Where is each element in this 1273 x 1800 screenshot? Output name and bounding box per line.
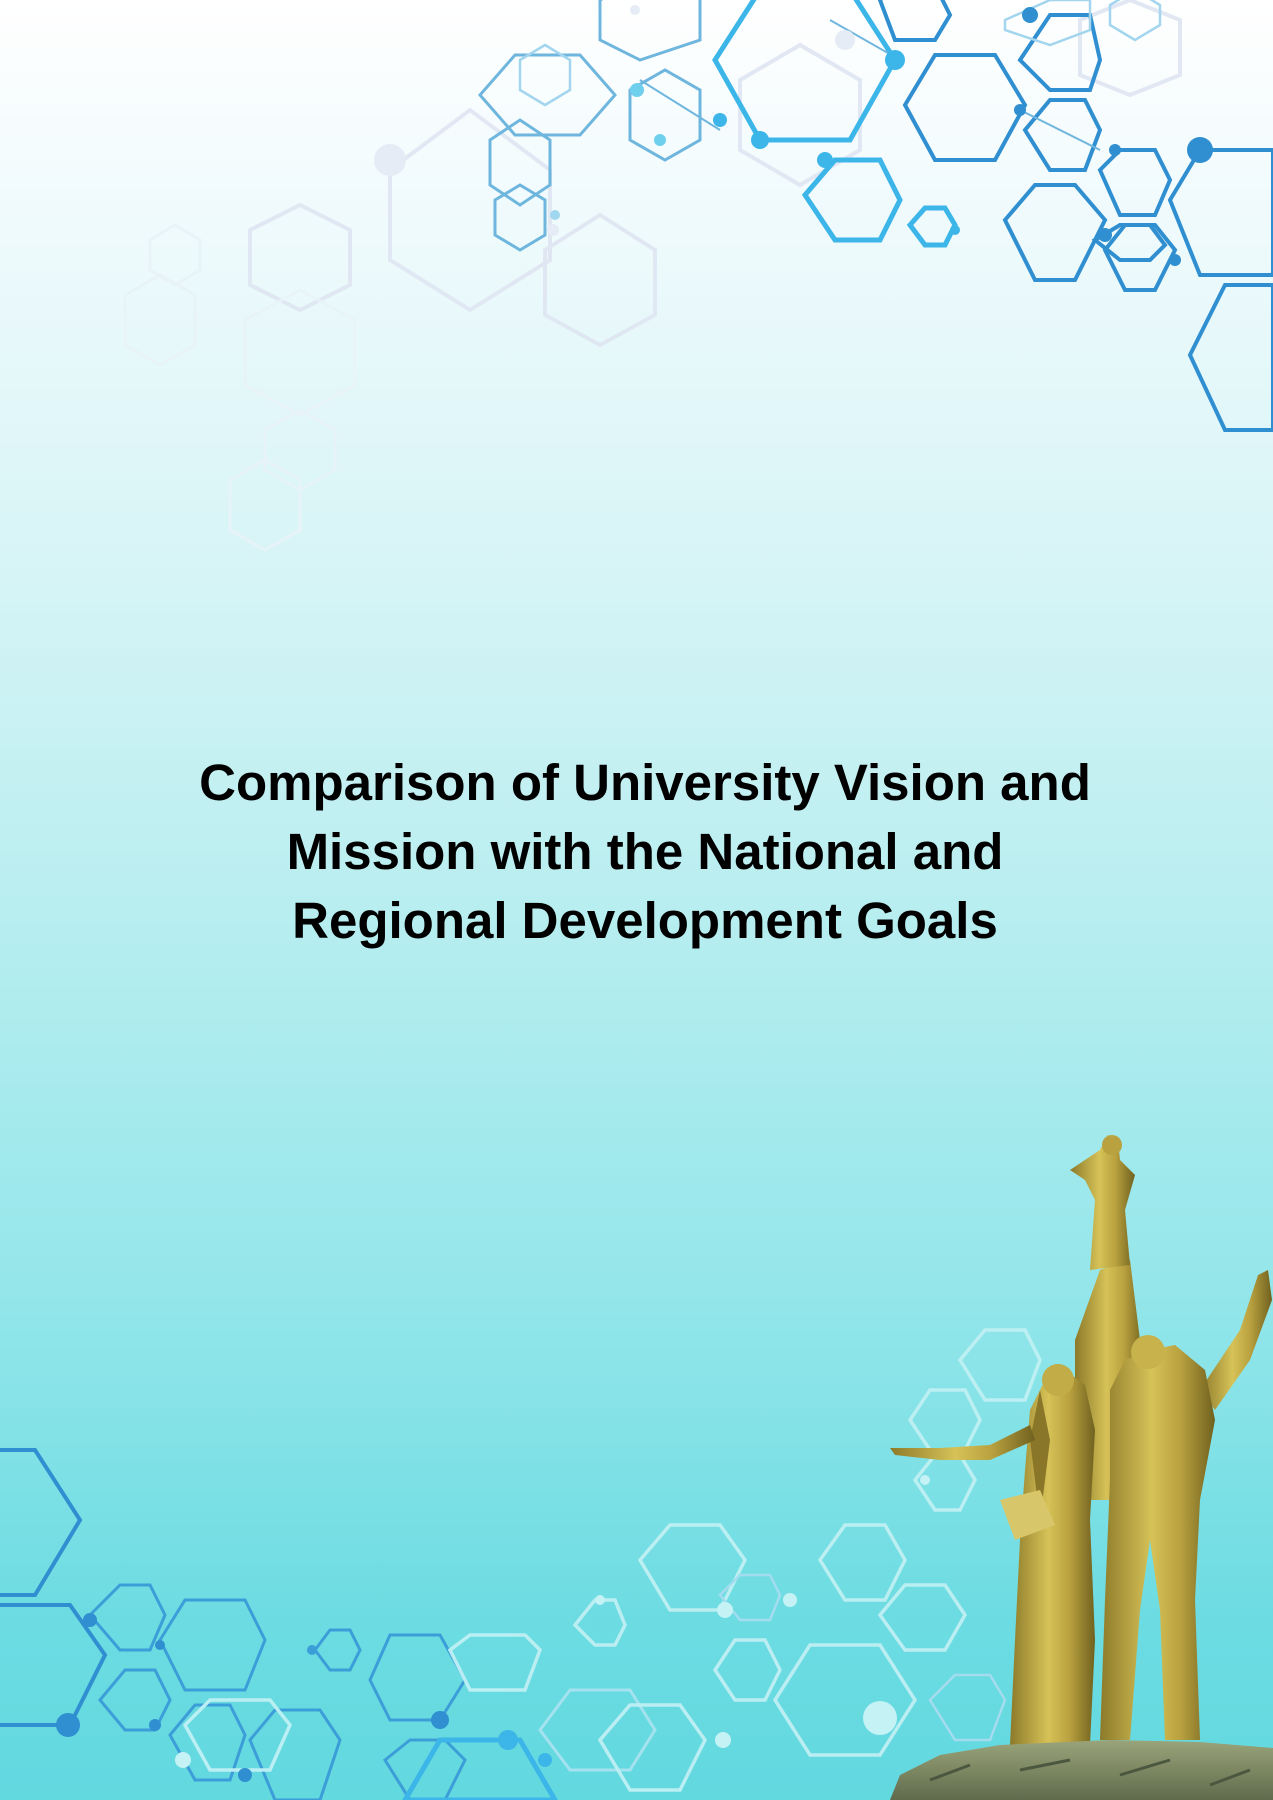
page-title: Comparison of University Vision and Miss… [130, 748, 1160, 955]
title-line-2: Mission with the National and [286, 823, 1004, 880]
title-line-1: Comparison of University Vision and [199, 754, 1091, 811]
cover-page: Comparison of University Vision and Miss… [0, 0, 1273, 1800]
title-line-3: Regional Development Goals [292, 892, 998, 949]
